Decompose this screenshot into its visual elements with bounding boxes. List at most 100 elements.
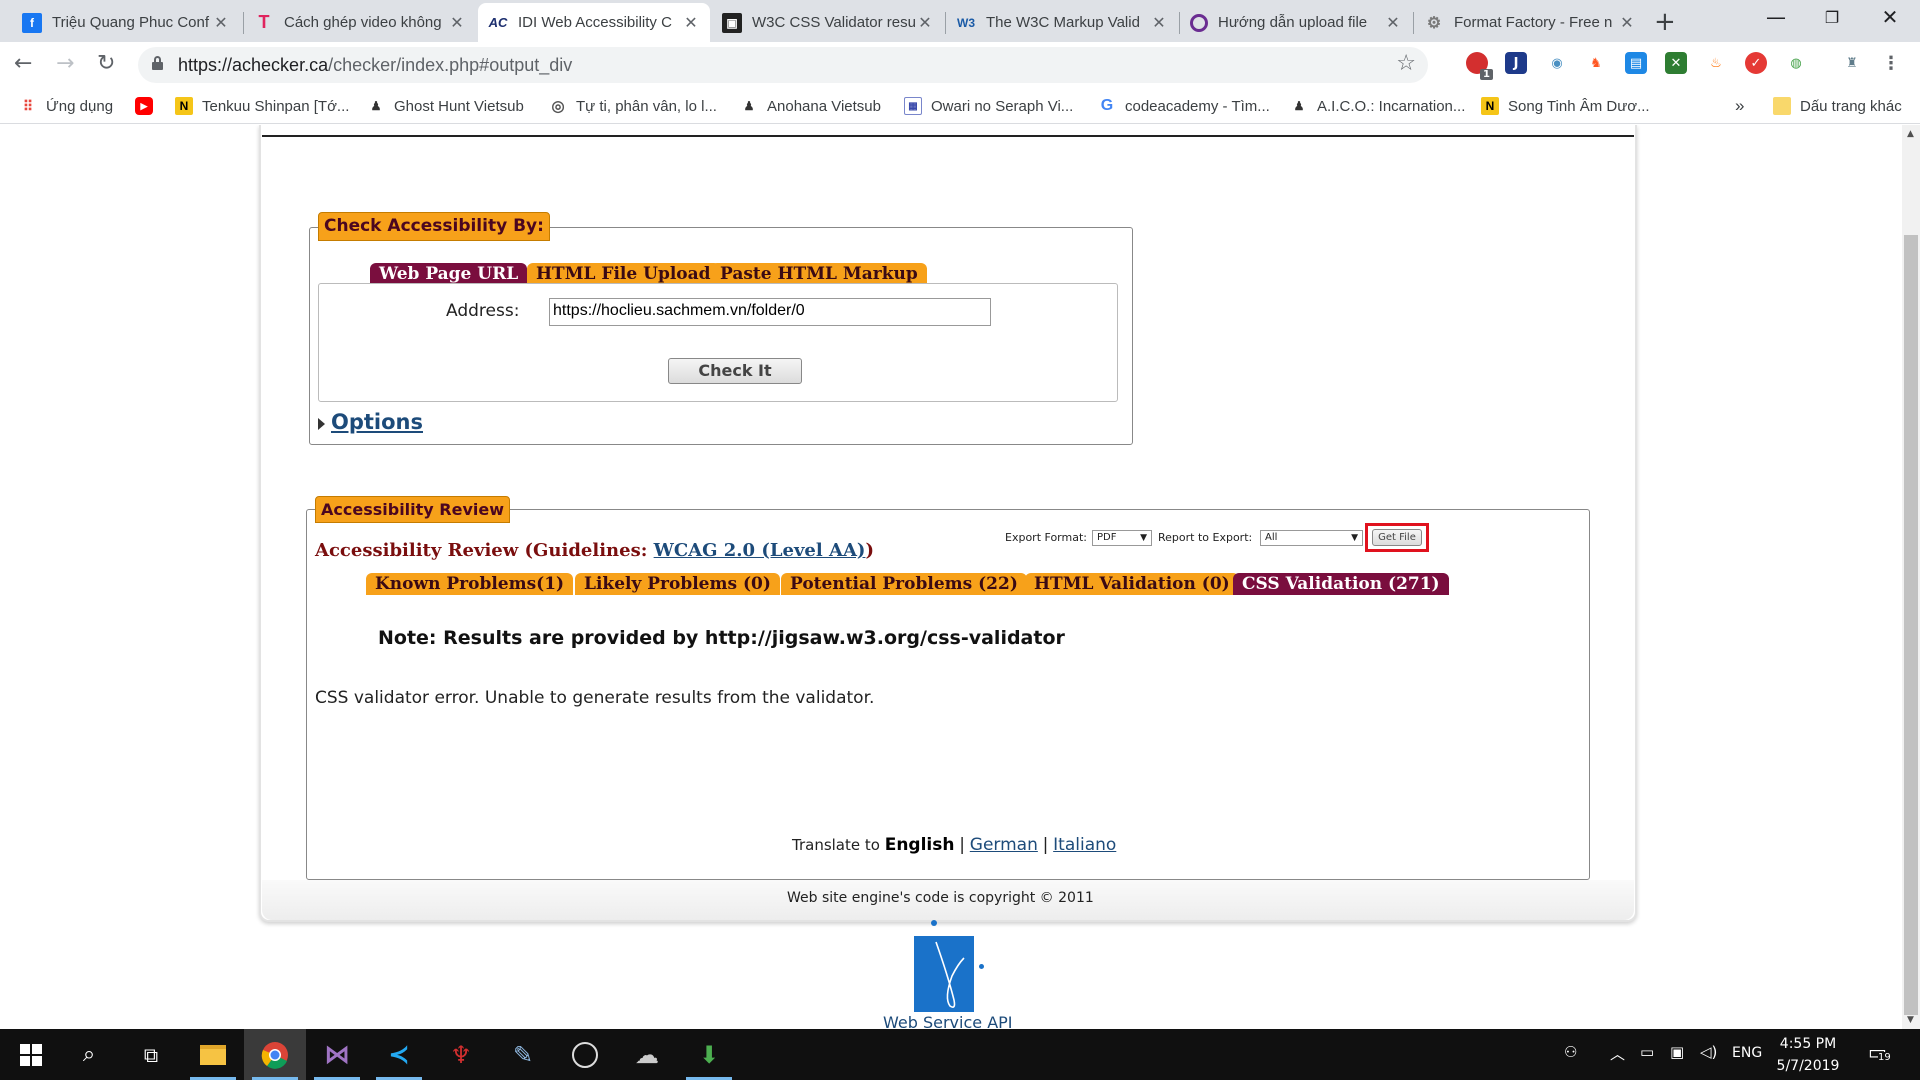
- language-italiano-link[interactable]: Italiano: [1053, 835, 1116, 855]
- web-service-api-logo[interactable]: [914, 936, 974, 1012]
- restore-icon[interactable]: ❐: [1804, 8, 1860, 27]
- wcag-guideline-link[interactable]: WCAG 2.0 (Level AA): [654, 540, 866, 561]
- close-tab-icon[interactable]: ✕: [1150, 13, 1168, 33]
- close-tab-icon[interactable]: ✕: [448, 13, 466, 33]
- tab-html-validation[interactable]: HTML Validation (0): [1025, 573, 1239, 595]
- bookmark-star-icon[interactable]: ☆: [1396, 51, 1416, 76]
- app-icon[interactable]: ☁: [616, 1029, 678, 1080]
- clock[interactable]: 4:55 PM 5/7/2019: [1758, 1033, 1858, 1077]
- results-note: Note: Results are provided by http://jig…: [378, 627, 1065, 649]
- bookmark-tu-ti[interactable]: ◎ Tự ti, phân vân, lo l...: [549, 93, 717, 119]
- get-file-button[interactable]: Get File: [1372, 529, 1422, 546]
- profile-avatar[interactable]: ♜: [1841, 52, 1863, 74]
- tab-web-page-url[interactable]: Web Page URL: [370, 263, 528, 285]
- bookmark-song-tinh[interactable]: N Song Tinh Âm Dươ...: [1481, 93, 1650, 119]
- search-icon[interactable]: ⌕: [58, 1029, 120, 1080]
- bookmark-anohana[interactable]: ♟ Anohana Vietsub: [740, 93, 881, 119]
- reload-icon[interactable]: ↻: [97, 51, 115, 76]
- close-tab-icon[interactable]: ✕: [682, 13, 700, 33]
- tab-paste-html-markup[interactable]: Paste HTML Markup: [711, 263, 927, 285]
- fox-extension-icon[interactable]: ♞: [1585, 52, 1607, 74]
- tab-likely-problems[interactable]: Likely Problems (0): [575, 573, 780, 595]
- bookmark-owari[interactable]: ▦ Owari no Seraph Vi...: [904, 93, 1073, 119]
- t-icon: T: [258, 12, 270, 32]
- back-icon[interactable]: ←: [14, 51, 32, 76]
- other-bookmarks[interactable]: Dấu trang khác: [1773, 93, 1902, 119]
- bookmark-tenkuu[interactable]: N Tenkuu Shinpan [Tớ...: [175, 93, 349, 119]
- action-center-icon[interactable]: ▭19: [1868, 1040, 1891, 1064]
- tab-achecker[interactable]: AC IDI Web Accessibility C ✕: [478, 3, 710, 42]
- windows-start-icon[interactable]: [0, 1029, 62, 1080]
- close-window-icon[interactable]: ✕: [1862, 5, 1918, 29]
- scrollbar-thumb[interactable]: [1904, 235, 1918, 1015]
- tab-w3c-markup[interactable]: W3 The W3C Markup Valid ✕: [946, 3, 1178, 42]
- bookmark-apps[interactable]: ⠿ Ứng dụng: [19, 93, 113, 119]
- close-tab-icon[interactable]: ✕: [916, 13, 934, 33]
- j-extension-icon[interactable]: J: [1505, 52, 1527, 74]
- fire-extension-icon[interactable]: ♨: [1705, 52, 1727, 74]
- vscode-icon[interactable]: ≺: [368, 1029, 430, 1080]
- address-bar[interactable]: https://achecker.ca/checker/index.php#ou…: [138, 47, 1428, 83]
- bookmark-ghost-hunt[interactable]: ♟ Ghost Hunt Vietsub: [367, 93, 524, 119]
- bookmark-codeacademy[interactable]: G codeacademy - Tìm...: [1098, 93, 1270, 119]
- export-format-select[interactable]: PDF ▼: [1092, 530, 1152, 546]
- current-language: English: [884, 835, 955, 855]
- folder-icon: [1773, 97, 1791, 115]
- expand-triangle-icon[interactable]: [318, 418, 325, 430]
- garena-icon[interactable]: ♆: [430, 1029, 492, 1080]
- bookmarks-overflow-button[interactable]: »: [1735, 93, 1744, 119]
- menu-kebab-icon[interactable]: ⋮: [1880, 52, 1902, 74]
- adblock-extension-icon[interactable]: 1: [1466, 52, 1493, 80]
- volume-icon[interactable]: ◁): [1700, 1043, 1717, 1061]
- report-to-export-label: Report to Export:: [1158, 531, 1253, 544]
- vertical-scrollbar[interactable]: ▲ ▼: [1902, 125, 1920, 1029]
- check-it-button[interactable]: Check It: [668, 358, 802, 384]
- task-view-icon[interactable]: ⧉: [120, 1029, 182, 1080]
- review-heading: Accessibility Review (Guidelines: WCAG 2…: [315, 540, 874, 561]
- bookmark-aico[interactable]: ♟ A.I.C.O.: Incarnation...: [1290, 93, 1466, 119]
- address-input[interactable]: https://hoclieu.sachmem.vn/folder/0: [549, 298, 991, 326]
- web-service-api-link[interactable]: Web Service API: [883, 1013, 1013, 1029]
- url-text[interactable]: https://achecker.ca/checker/index.php#ou…: [178, 55, 572, 76]
- sheet-extension-icon[interactable]: ✕: [1665, 52, 1687, 74]
- obs-icon[interactable]: [554, 1029, 616, 1080]
- forward-icon[interactable]: →: [56, 51, 74, 76]
- tab-format-factory[interactable]: ⚙ Format Factory - Free n ✕: [1414, 3, 1646, 42]
- tab-video[interactable]: T Cách ghép video không ✕: [244, 3, 476, 42]
- bookmark-youtube[interactable]: ▶: [135, 93, 162, 119]
- tab-css-validation[interactable]: CSS Validation (271): [1233, 573, 1449, 595]
- minimize-icon[interactable]: —: [1748, 5, 1804, 29]
- tab-upload-guide[interactable]: Hướng dẫn upload file ✕: [1180, 3, 1412, 42]
- red-extension-icon[interactable]: ✓: [1745, 52, 1767, 74]
- options-link[interactable]: Options: [331, 410, 423, 434]
- windows-taskbar: ⌕ ⧉ ⋈ ≺ ♆ ✎ ☁ ⬇ ⚇ ︿ ▭ ▣ ◁) ENG 4:55 PM 5/…: [0, 1029, 1920, 1080]
- paint-icon[interactable]: ✎: [492, 1029, 554, 1080]
- tab-html-file-upload[interactable]: HTML File Upload: [527, 263, 720, 285]
- network-icon[interactable]: ▣: [1670, 1043, 1684, 1061]
- file-explorer-icon[interactable]: [182, 1029, 244, 1080]
- logo-dot-icon: [979, 964, 984, 969]
- close-tab-icon[interactable]: ✕: [1384, 13, 1402, 33]
- battery-icon[interactable]: ▭: [1640, 1043, 1654, 1061]
- new-tab-button[interactable]: +: [1654, 7, 1676, 37]
- show-hidden-icons[interactable]: ︿: [1610, 1043, 1625, 1064]
- language-german-link[interactable]: German: [970, 835, 1038, 855]
- tab-facebook[interactable]: f Triệu Quang Phuc Conf ✕: [12, 3, 240, 42]
- tab-known-problems[interactable]: Known Problems(1): [366, 573, 574, 595]
- scroll-down-icon[interactable]: ▼: [1907, 1015, 1914, 1025]
- globe-extension-icon[interactable]: ◍: [1785, 52, 1807, 74]
- calendar-extension-icon[interactable]: ▤: [1625, 52, 1647, 74]
- page-viewport: Check Accessibility By: Web Page URL HTM…: [0, 125, 1902, 1029]
- tab-w3c-css[interactable]: ▣ W3C CSS Validator resu ✕: [712, 3, 944, 42]
- visual-studio-icon[interactable]: ⋈: [306, 1029, 368, 1080]
- chrome-icon[interactable]: [244, 1029, 306, 1080]
- idm-icon[interactable]: ⬇: [678, 1029, 740, 1080]
- tab-potential-problems[interactable]: Potential Problems (22): [781, 573, 1027, 595]
- eye-extension-icon[interactable]: ◉: [1546, 52, 1568, 74]
- globe-icon: ◎: [551, 98, 565, 115]
- close-tab-icon[interactable]: ✕: [1618, 13, 1636, 33]
- report-to-export-select[interactable]: All ▼: [1260, 530, 1363, 546]
- people-icon[interactable]: ⚇: [1564, 1043, 1577, 1061]
- close-tab-icon[interactable]: ✕: [212, 13, 230, 33]
- scroll-up-icon[interactable]: ▲: [1907, 129, 1914, 139]
